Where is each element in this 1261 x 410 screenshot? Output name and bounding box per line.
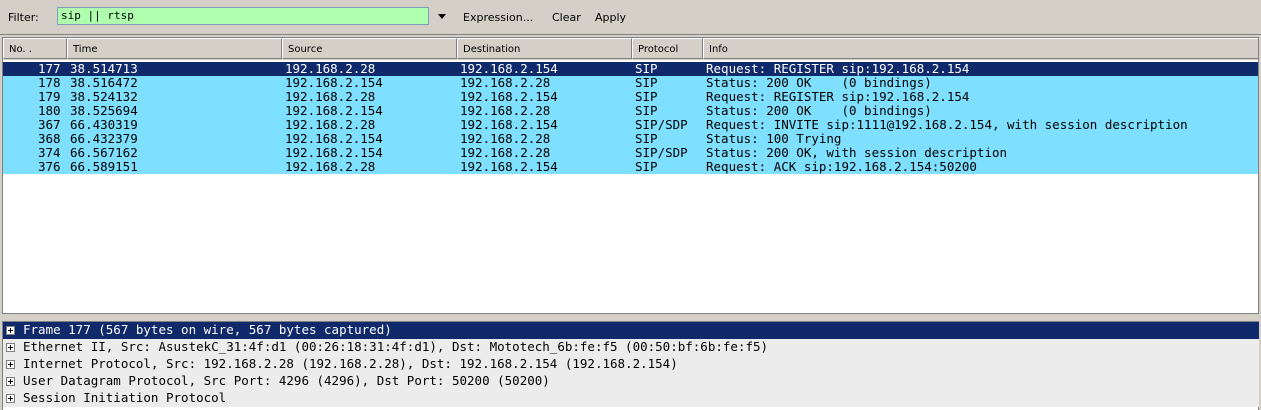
packet-info: Status: 200 OK, with session description [706, 145, 1008, 160]
expand-icon[interactable] [6, 360, 15, 369]
expression-button[interactable]: Expression... [463, 11, 533, 24]
column-header-no[interactable]: No. . [3, 38, 67, 59]
detail-row-sip[interactable]: Session Initiation Protocol [3, 390, 1259, 407]
packet-info: Request: ACK sip:192.168.2.154:50200 [706, 159, 977, 174]
packet-time: 66.430319 [70, 117, 138, 132]
packet-no: 177 [38, 61, 61, 76]
packet-time: 38.525694 [70, 103, 138, 118]
packet-row[interactable]: 376 66.589151 192.168.2.28 192.168.2.154… [3, 159, 1258, 174]
packet-info: Status: 100 Trying [706, 131, 842, 146]
packet-row[interactable]: 179 38.524132 192.168.2.28 192.168.2.154… [3, 89, 1258, 104]
packet-time: 66.567162 [70, 145, 138, 160]
packet-destination: 192.168.2.154 [460, 117, 558, 132]
packet-protocol: SIP/SDP [635, 117, 688, 132]
packet-no: 367 [38, 117, 61, 132]
detail-text: Frame 177 (567 bytes on wire, 567 bytes … [23, 322, 392, 337]
packet-source: 192.168.2.154 [285, 131, 383, 146]
packet-destination: 192.168.2.28 [460, 145, 551, 160]
detail-row-ethernet[interactable]: Ethernet II, Src: AsustekC_31:4f:d1 (00:… [3, 339, 1259, 356]
packet-protocol: SIP [635, 103, 658, 118]
column-header-protocol[interactable]: Protocol [632, 38, 703, 59]
filter-toolbar: Filter: sip || rtsp Expression... Clear … [0, 0, 1261, 35]
column-header-info[interactable]: Info [703, 38, 1258, 59]
packet-source: 192.168.2.28 [285, 89, 376, 104]
filter-input[interactable]: sip || rtsp [57, 7, 429, 25]
detail-text: Session Initiation Protocol [23, 390, 227, 405]
expand-icon[interactable] [6, 394, 15, 403]
packet-source: 192.168.2.28 [285, 117, 376, 132]
packet-no: 179 [38, 89, 61, 104]
packet-source: 192.168.2.154 [285, 145, 383, 160]
packet-row[interactable]: 367 66.430319 192.168.2.28 192.168.2.154… [3, 117, 1258, 132]
packet-destination: 192.168.2.28 [460, 75, 551, 90]
expand-icon[interactable] [6, 377, 15, 386]
column-header-source[interactable]: Source [282, 38, 457, 59]
packet-list[interactable]: No. . Time Source Destination Protocol I… [2, 37, 1259, 314]
packet-row[interactable]: 180 38.525694 192.168.2.154 192.168.2.28… [3, 103, 1258, 118]
packet-time: 66.432379 [70, 131, 138, 146]
detail-text: User Datagram Protocol, Src Port: 4296 (… [23, 373, 550, 388]
detail-row-frame[interactable]: Frame 177 (567 bytes on wire, 567 bytes … [3, 322, 1259, 339]
expand-icon[interactable] [6, 326, 15, 335]
packet-info: Status: 200 OK (0 bindings) [706, 103, 932, 118]
packet-no: 180 [38, 103, 61, 118]
packet-destination: 192.168.2.154 [460, 61, 558, 76]
packet-row[interactable]: 177 38.514713 192.168.2.28 192.168.2.154… [3, 61, 1258, 76]
packet-no: 178 [38, 75, 61, 90]
packet-destination: 192.168.2.28 [460, 131, 551, 146]
packet-time: 38.514713 [70, 61, 138, 76]
packet-protocol: SIP [635, 131, 658, 146]
packet-row[interactable]: 374 66.567162 192.168.2.154 192.168.2.28… [3, 145, 1258, 160]
packet-source: 192.168.2.154 [285, 75, 383, 90]
packet-source: 192.168.2.28 [285, 61, 376, 76]
detail-row-udp[interactable]: User Datagram Protocol, Src Port: 4296 (… [3, 373, 1259, 390]
packet-no: 374 [38, 145, 61, 160]
apply-button[interactable]: Apply [595, 11, 626, 24]
packet-row[interactable]: 178 38.516472 192.168.2.154 192.168.2.28… [3, 75, 1258, 90]
packet-no: 368 [38, 131, 61, 146]
packet-info: Request: REGISTER sip:192.168.2.154 [706, 61, 970, 76]
packet-details-pane[interactable]: Frame 177 (567 bytes on wire, 567 bytes … [2, 321, 1259, 410]
packet-protocol: SIP/SDP [635, 145, 688, 160]
expand-icon[interactable] [6, 343, 15, 352]
filter-dropdown-icon[interactable] [433, 7, 451, 25]
packet-source: 192.168.2.154 [285, 103, 383, 118]
packet-info: Request: INVITE sip:1111@192.168.2.154, … [706, 117, 1188, 132]
packet-protocol: SIP [635, 61, 658, 76]
packet-protocol: SIP [635, 89, 658, 104]
packet-destination: 192.168.2.154 [460, 159, 558, 174]
packet-time: 66.589151 [70, 159, 138, 174]
column-header-destination[interactable]: Destination [457, 38, 632, 59]
packet-time: 38.524132 [70, 89, 138, 104]
packet-protocol: SIP [635, 159, 658, 174]
packet-time: 38.516472 [70, 75, 138, 90]
packet-no: 376 [38, 159, 61, 174]
packet-destination: 192.168.2.28 [460, 103, 551, 118]
packet-info: Request: REGISTER sip:192.168.2.154 [706, 89, 970, 104]
filter-label: Filter: [8, 11, 39, 24]
packet-info: Status: 200 OK (0 bindings) [706, 75, 932, 90]
packet-row[interactable]: 368 66.432379 192.168.2.154 192.168.2.28… [3, 131, 1258, 146]
column-header-time[interactable]: Time [67, 38, 282, 59]
clear-button[interactable]: Clear [552, 11, 581, 24]
detail-text: Ethernet II, Src: AsustekC_31:4f:d1 (00:… [23, 339, 769, 354]
packet-list-header: No. . Time Source Destination Protocol I… [3, 38, 1258, 60]
packet-protocol: SIP [635, 75, 658, 90]
detail-text: Internet Protocol, Src: 192.168.2.28 (19… [23, 356, 678, 371]
detail-row-ip[interactable]: Internet Protocol, Src: 192.168.2.28 (19… [3, 356, 1259, 373]
packet-source: 192.168.2.28 [285, 159, 376, 174]
packet-destination: 192.168.2.154 [460, 89, 558, 104]
